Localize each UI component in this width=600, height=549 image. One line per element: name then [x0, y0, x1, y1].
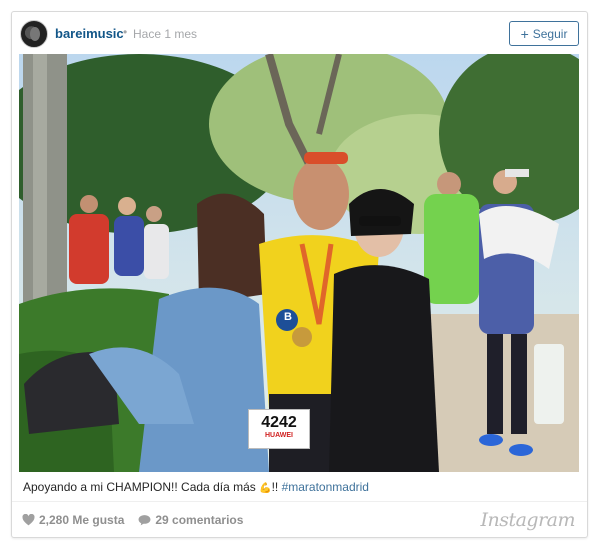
plus-icon: +: [520, 25, 529, 42]
follow-button[interactable]: + Seguir: [509, 21, 579, 46]
race-bib: 4242 HUAWEI: [248, 409, 310, 449]
username-link[interactable]: bareimusic: [55, 26, 124, 41]
comments-count[interactable]: 29 comentarios: [155, 513, 243, 527]
post-timestamp[interactable]: Hace 1 mes: [133, 27, 197, 41]
hashtag-link[interactable]: #maratonmadrid: [282, 480, 369, 494]
post-photo[interactable]: 4242 HUAWEI B: [19, 54, 579, 472]
follow-label: Seguir: [532, 26, 568, 41]
separator-dot: •: [123, 25, 128, 39]
flexed-biceps-icon: 💪: [259, 483, 272, 494]
divider: [12, 501, 587, 502]
likes-count[interactable]: 2,280 Me gusta: [39, 513, 124, 527]
shirt-logo: B: [284, 311, 292, 323]
instagram-logo[interactable]: Instagram: [480, 509, 575, 531]
post-stats: 2,280 Me gusta 29 comentarios: [22, 512, 243, 528]
bib-sponsor: HUAWEI: [265, 432, 293, 439]
instagram-post-card: bareimusic • Hace 1 mes + Seguir 4242 HU…: [11, 11, 588, 538]
post-header: bareimusic • Hace 1 mes + Seguir: [12, 12, 587, 54]
caption-text: Apoyando a mi CHAMPION!! Cada día más: [23, 480, 260, 494]
bib-number: 4242: [261, 414, 297, 431]
comment-icon[interactable]: [138, 514, 151, 526]
heart-icon[interactable]: [22, 514, 35, 526]
caption-exclaim: !!: [271, 480, 282, 494]
user-avatar[interactable]: [20, 20, 48, 48]
post-caption: Apoyando a mi CHAMPION!! Cada día más 💪!…: [23, 480, 369, 494]
